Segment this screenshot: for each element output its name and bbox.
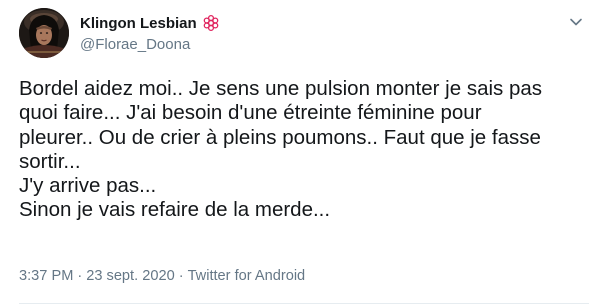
tweet-text-line: Bordel aidez moi.. Je sens une pulsion m… [19,77,543,100]
tweet-time[interactable]: 3:37 PM [19,268,73,284]
tweet-text-line: Sinon je vais refaire de la merde... [19,198,331,222]
klingon-avatar-icon [19,8,69,58]
tweet-date[interactable]: 23 sept. 2020 [86,268,174,284]
avatar[interactable] [19,8,69,58]
author-display-name[interactable]: Klingon Lesbian [80,15,197,32]
meta-separator: · [77,268,83,284]
tweet-text-line: sortir... [19,149,81,173]
divider [19,303,589,304]
meta-separator: · [178,268,184,284]
flower-badge-icon [202,14,220,32]
chevron-down-icon[interactable] [568,14,584,30]
tweet-author: Klingon Lesbian @Florae_Doona [80,12,220,53]
tweet-source[interactable]: Twitter for Android [188,268,306,284]
tweet-meta: 3:37 PM · 23 sept. 2020 · Twitter for An… [19,268,305,284]
tweet-card: Klingon Lesbian @Florae_Doona Bordel aid… [0,0,600,308]
author-name-row: Klingon Lesbian [80,12,220,34]
author-handle[interactable]: @Florae_Doona [80,36,220,53]
tweet-text-line: pleurer.. Ou de crier à pleins poumons..… [19,125,541,149]
tweet-text: Bordel aidez moi.. Je sens une pulsion m… [19,77,589,223]
tweet-text-line: quoi faire... J'ai besoin d'une étreinte… [19,101,482,125]
tweet-text-line: J'y arrive pas... [19,174,157,198]
